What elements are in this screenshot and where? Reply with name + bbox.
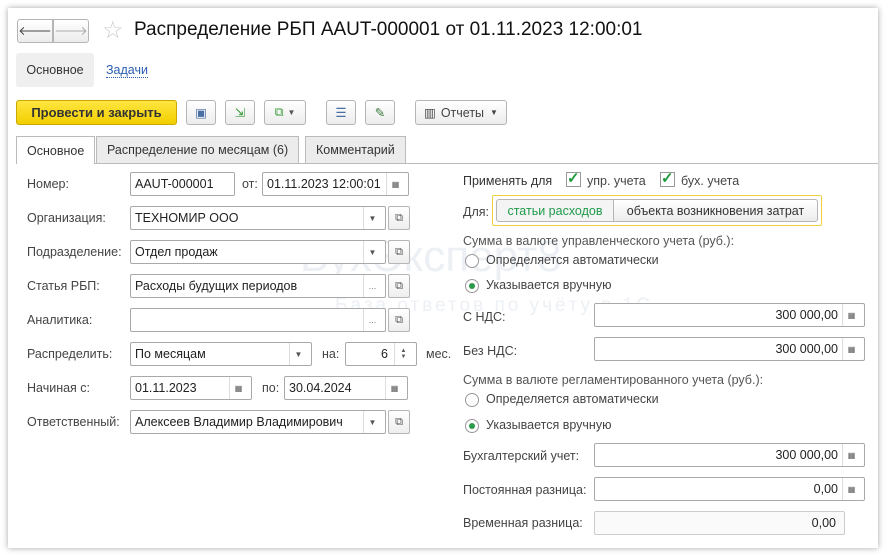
distribute-label: Распределить: <box>27 347 113 361</box>
calendar-icon[interactable]: ▦ <box>385 377 403 399</box>
temp-diff-field: 0,00 <box>594 511 845 535</box>
calendar-icon[interactable]: ▦ <box>229 377 247 399</box>
tab-divider <box>16 163 878 164</box>
no-vat-label: Без НДС: <box>463 344 518 358</box>
post-button[interactable]: ⇲ <box>225 100 255 125</box>
page-title: Распределение РБП AAUT-000001 от 01.11.2… <box>134 19 643 40</box>
calculator-icon[interactable]: ▦ <box>842 304 860 326</box>
end-date-field[interactable]: 30.04.2024 ▦ <box>284 376 408 400</box>
tab-distribution[interactable]: Распределение по месяцам (6) <box>96 136 300 163</box>
back-button[interactable]: 🡐 <box>17 19 53 43</box>
analytics-label: Аналитика: <box>27 313 93 327</box>
responsible-label: Ответственный: <box>27 415 120 429</box>
for-expense-item-option[interactable]: статьи расходов <box>496 199 614 222</box>
months-unit-label: мес. <box>426 347 452 361</box>
chevron-down-icon: ▼ <box>490 108 498 117</box>
expense-item-field[interactable]: Расходы будущих периодов… <box>130 274 386 298</box>
save-button[interactable]: ▣ <box>186 100 216 125</box>
post-and-close-button[interactable]: Провести и закрыть <box>16 100 177 125</box>
pencil-clock-icon: ✎ <box>374 106 386 120</box>
list-button[interactable]: ☰ <box>326 100 356 125</box>
number-label: Номер: <box>27 177 69 191</box>
perm-diff-label: Постоянная разница: <box>463 483 587 497</box>
list-icon: ☰ <box>335 106 347 120</box>
with-vat-field[interactable]: 300 000,00 ▦ <box>594 303 865 327</box>
start-label: Начиная с: <box>27 381 91 395</box>
reg-auto-label: Определяется автоматически <box>486 392 659 406</box>
reports-label: Отчеты <box>440 105 485 120</box>
to-label: по: <box>262 381 280 395</box>
post-icon: ⇲ <box>234 106 246 120</box>
forward-button[interactable]: 🡒 <box>53 19 89 43</box>
acct-label: бух. учета <box>681 174 740 188</box>
mgmt-checkbox[interactable]: ✓ <box>566 171 581 187</box>
acct-sum-label: Бухгалтерский учет: <box>463 449 580 463</box>
create-based-on-button[interactable]: ⧉ ▼ <box>264 100 306 125</box>
open-icon[interactable]: ⧉ <box>388 410 410 434</box>
nav-tasks-link[interactable]: Задачи <box>106 63 148 78</box>
mgmt-manual-label: Указывается вручную <box>486 278 612 292</box>
on-label: на: <box>322 347 340 361</box>
mgmt-auto-radio[interactable] <box>465 254 479 268</box>
chevron-down-icon[interactable]: ▼ <box>363 411 381 433</box>
with-vat-label: С НДС: <box>463 310 506 324</box>
acct-sum-field[interactable]: 300 000,00 ▦ <box>594 443 865 467</box>
mgmt-sum-label: Сумма в валюте управленческого учета (ру… <box>463 234 735 248</box>
edit-history-button[interactable]: ✎ <box>365 100 395 125</box>
mgmt-auto-label: Определяется автоматически <box>486 253 659 267</box>
tab-main[interactable]: Основное <box>16 136 96 164</box>
select-icon[interactable]: … <box>363 309 381 331</box>
number-field[interactable]: AAUT-000001 <box>130 172 235 196</box>
responsible-field[interactable]: Алексеев Владимир Владимирович ▼ <box>130 410 386 434</box>
department-field[interactable]: Отдел продаж ▼ <box>130 240 386 264</box>
calculator-icon[interactable]: ▦ <box>842 478 860 500</box>
months-stepper[interactable]: 6 ▲ ▼ <box>345 342 417 366</box>
open-icon[interactable]: ⧉ <box>388 206 410 230</box>
tab-comment[interactable]: Комментарий <box>305 136 406 163</box>
organization-field[interactable]: ТЕХНОМИР ООО ▼ <box>130 206 386 230</box>
analytics-field[interactable]: … <box>130 308 386 332</box>
stepper-arrows-icon[interactable]: ▲ ▼ <box>394 343 412 365</box>
start-date-field[interactable]: 01.11.2023 ▦ <box>130 376 252 400</box>
favorite-star-icon[interactable]: ☆ <box>102 16 124 45</box>
for-label: Для: <box>463 205 490 219</box>
save-icon: ▣ <box>195 106 207 120</box>
reg-manual-radio[interactable] <box>465 419 479 433</box>
perm-diff-field[interactable]: 0,00 ▦ <box>594 477 865 501</box>
select-icon[interactable]: … <box>363 275 381 297</box>
org-label: Организация: <box>27 211 106 225</box>
open-icon[interactable]: ⧉ <box>388 240 410 264</box>
reports-button[interactable]: ▥ Отчеты ▼ <box>415 100 507 125</box>
mgmt-manual-radio[interactable] <box>465 279 479 293</box>
for-cost-object-option[interactable]: объекта возникновения затрат <box>613 199 818 222</box>
date-field[interactable]: 01.11.2023 12:00:01 ▦ <box>262 172 409 196</box>
from-label: от: <box>242 177 258 191</box>
report-icon: ▥ <box>424 106 436 120</box>
temp-diff-label: Временная разница: <box>463 516 583 530</box>
open-icon[interactable]: ⧉ <box>388 274 410 298</box>
reg-auto-radio[interactable] <box>465 393 479 407</box>
dept-label: Подразделение: <box>27 245 122 259</box>
open-icon[interactable]: ⧉ <box>388 308 410 332</box>
chevron-down-icon[interactable]: ▼ <box>289 343 307 365</box>
calculator-icon[interactable]: ▦ <box>842 444 860 466</box>
reg-sum-label: Сумма в валюте регламентированного учета… <box>463 373 764 387</box>
calculator-icon[interactable]: ▦ <box>842 338 860 360</box>
calendar-icon[interactable]: ▦ <box>386 173 404 195</box>
chevron-down-icon[interactable]: ▼ <box>363 207 381 229</box>
create-based-icon: ⧉ <box>274 105 284 119</box>
no-vat-field[interactable]: 300 000,00 ▦ <box>594 337 865 361</box>
chevron-down-icon: ▼ <box>287 108 296 117</box>
apply-for-label: Применять для <box>463 174 553 188</box>
mgmt-label: упр. учета <box>587 174 646 188</box>
acct-checkbox[interactable]: ✓ <box>660 171 675 187</box>
item-label: Статья РБП: <box>27 279 100 293</box>
nav-main[interactable]: Основное <box>16 53 94 87</box>
distribute-select[interactable]: По месяцам ▼ <box>130 342 312 366</box>
reg-manual-label: Указывается вручную <box>486 418 612 432</box>
chevron-down-icon[interactable]: ▼ <box>363 241 381 263</box>
